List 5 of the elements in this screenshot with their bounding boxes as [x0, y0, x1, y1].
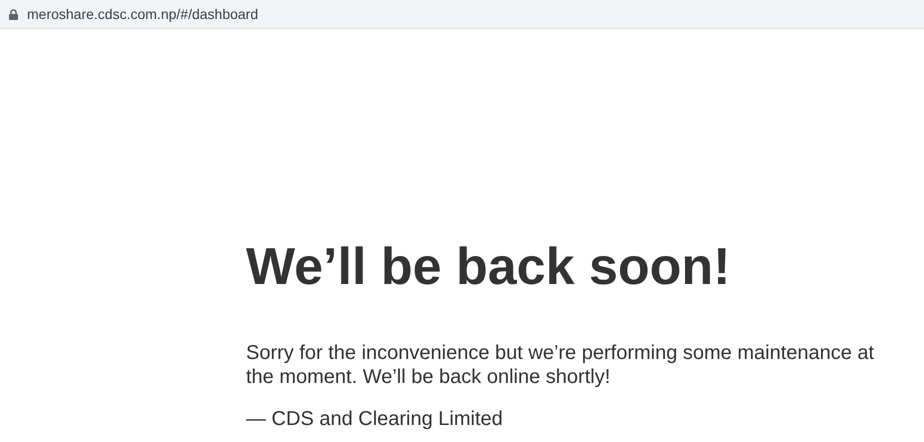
message: Sorry for the inconvenience but we’re performing some maintenance at the moment. We’ll be back online shortly!	[246, 341, 876, 389]
lock-icon	[9, 8, 18, 20]
signature: — CDS and Clearing Limited	[246, 407, 504, 431]
url-field[interactable]: meroshare.cdsc.com.np/#/dashboard	[27, 4, 258, 24]
heading: We’ll be back soon!	[246, 237, 732, 297]
